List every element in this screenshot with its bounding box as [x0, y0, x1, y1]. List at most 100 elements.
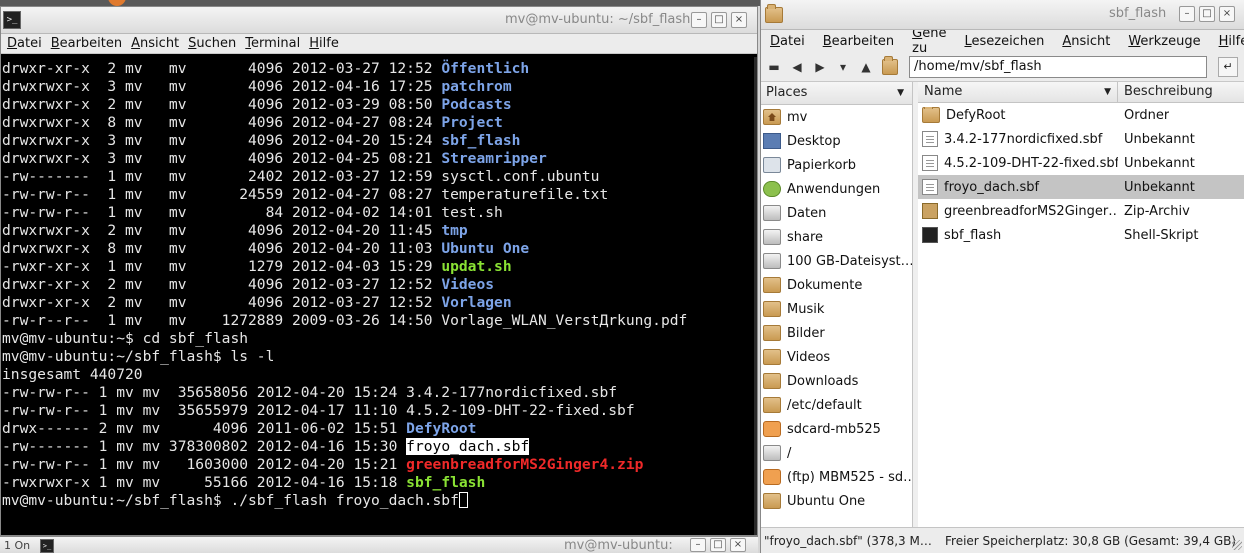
terminal-line: -rw-rw-r-- 1 mv mv 35655979 2012-04-17 1… [2, 402, 757, 420]
terminal-text: -rwxr-xr-x 1 mv mv 1279 2012-04-03 15:29 [2, 258, 442, 275]
minimize-button[interactable]: – [1179, 6, 1195, 22]
terminal-line: mv@mv-ubuntu:~/sbf_flash$ ./sbf_flash fr… [2, 492, 757, 510]
menu-werkzeuge[interactable]: Werkzeuge [1128, 34, 1200, 49]
location-input[interactable]: /home/mv/sbf_flash [909, 55, 1207, 78]
minimize-button[interactable]: – [690, 538, 706, 552]
column-description[interactable]: Beschreibung [1118, 82, 1213, 102]
place-item[interactable]: Anwendungen [761, 177, 912, 201]
place-item[interactable]: Dokumente [761, 273, 912, 297]
resize-grip-icon[interactable] [1232, 540, 1242, 550]
file-row[interactable]: sbf_flash Shell-Skript [918, 223, 1244, 247]
place-label: Downloads [787, 373, 859, 389]
archive-icon [922, 203, 938, 219]
place-item[interactable]: 100 GB-Dateisyst… [761, 249, 912, 273]
terminal-text: sbf_flash [441, 132, 521, 149]
maximize-button[interactable]: □ [710, 538, 726, 552]
file-row[interactable]: 3.4.2-177nordicfixed.sbf Unbekannt [918, 127, 1244, 151]
file-name: 4.5.2-109-DHT-22-fixed.sbf [944, 155, 1118, 171]
place-label: Dokumente [787, 277, 863, 293]
place-item[interactable]: (ftp) MBM525 - sd… [761, 465, 912, 489]
menu-ansicht[interactable]: Ansicht [1062, 34, 1110, 49]
drive-icon [763, 445, 781, 461]
minimize-button[interactable]: – [691, 12, 707, 28]
terminal-line: -rw-rw-r-- 1 mv mv 24559 2012-04-27 08:2… [2, 186, 757, 204]
terminal-text: -rwxrwxr-x 1 mv mv 55166 2012-04-16 15:1… [2, 474, 407, 491]
place-item[interactable]: sdcard-mb525 [761, 417, 912, 441]
terminal-2-title: mv@mv-ubuntu: [564, 538, 673, 553]
terminal-text: Podcasts [441, 96, 512, 113]
menu-ansicht[interactable]: Ansicht [131, 36, 179, 51]
file-description: Unbekannt [1124, 131, 1195, 147]
menu-datei[interactable]: Datei [7, 36, 42, 51]
menu-bearbeiten[interactable]: Bearbeiten [51, 36, 122, 51]
terminal-text: Ubuntu One [441, 240, 530, 257]
menu-suchen[interactable]: Suchen [188, 36, 236, 51]
terminal-window-2[interactable]: 1 On >_ mv@mv-ubuntu: – □ × [0, 536, 758, 553]
file-manager-title: sbf_flash [1109, 6, 1167, 21]
forward-arrow-icon[interactable]: ▶ [813, 60, 827, 74]
terminal-titlebar[interactable]: >_ mv@mv-ubuntu: ~/sbf_flash – □ × [1, 7, 757, 34]
maximize-button[interactable]: □ [1199, 6, 1215, 22]
place-label: Musik [787, 301, 825, 317]
file-row[interactable]: greenbreadforMS2Ginger… Zip-Archiv [918, 199, 1244, 223]
menu-lesezeichen[interactable]: Lesezeichen [964, 34, 1044, 49]
places-header[interactable]: Places ▼ [761, 82, 912, 105]
place-item[interactable]: / [761, 441, 912, 465]
place-item[interactable]: Desktop [761, 129, 912, 153]
file-row[interactable]: 4.5.2-109-DHT-22-fixed.sbf Unbekannt [918, 151, 1244, 175]
back-arrow-icon[interactable]: ◀ [790, 60, 804, 74]
home-folder-icon[interactable] [882, 55, 898, 75]
file-list: Name ▼ Beschreibung DefyRoot Ordner 3.4.2-… [918, 82, 1244, 527]
menu-hilfe[interactable]: Hilfe [1219, 34, 1244, 49]
places-label: Places [766, 85, 808, 100]
home-icon [763, 109, 781, 125]
go-icon[interactable]: ↵ [1218, 56, 1238, 77]
close-button[interactable]: × [1219, 6, 1235, 22]
chevron-down-icon[interactable]: ▼ [897, 82, 904, 104]
terminal-text: patchrom [441, 78, 512, 95]
file-row[interactable]: froyo_dach.sbf Unbekannt [918, 175, 1244, 199]
terminal-icon: >_ [3, 11, 21, 29]
up-arrow-icon[interactable]: ▲ [859, 60, 873, 74]
close-button[interactable]: × [731, 12, 747, 28]
menu-hilfe[interactable]: Hilfe [309, 36, 339, 51]
terminal-output[interactable]: drwxr-xr-x 2 mv mv 4096 2012-03-27 12:52… [1, 57, 757, 535]
file-manager-window[interactable]: sbf_flash – □ × Datei Bearbeiten Gehe zu Le… [760, 0, 1244, 553]
place-item[interactable]: Bilder [761, 321, 912, 345]
history-dropdown-icon[interactable]: ▾ [836, 60, 850, 74]
terminal-line: drwxrwxr-x 3 mv mv 4096 2012-04-16 17:25… [2, 78, 757, 96]
terminal-window[interactable]: >_ mv@mv-ubuntu: ~/sbf_flash – □ × Datei… [0, 6, 758, 536]
place-item[interactable]: Musik [761, 297, 912, 321]
place-item[interactable]: /etc/default [761, 393, 912, 417]
drive-icon [763, 205, 781, 221]
toggle-location-icon[interactable]: ▬ [767, 60, 781, 74]
terminal-text: drwxrwxr-x 3 mv mv 4096 2012-04-16 17:25 [2, 78, 442, 95]
terminal-line: -rw-rw-r-- 1 mv mv 1603000 2012-04-20 15… [2, 456, 757, 474]
terminal-text: mv@mv-ubuntu:~/sbf_flash$ ./sbf_flash fr… [2, 492, 459, 509]
terminal-2-text: 1 On [4, 539, 31, 552]
file-row[interactable]: DefyRoot Ordner [918, 103, 1244, 127]
column-name-label: Name [924, 84, 963, 99]
drive-icon [763, 229, 781, 245]
place-item[interactable]: Ubuntu One [761, 489, 912, 513]
place-item[interactable]: Videos [761, 345, 912, 369]
terminal-text: froyo_dach.sbf [406, 438, 530, 455]
place-item[interactable]: share [761, 225, 912, 249]
terminal-title: mv@mv-ubuntu: ~/sbf_flash [505, 12, 691, 27]
place-item[interactable]: Downloads [761, 369, 912, 393]
menu-bearbeiten[interactable]: Bearbeiten [823, 34, 894, 49]
menu-terminal[interactable]: Terminal [245, 36, 300, 51]
place-item[interactable]: mv [761, 105, 912, 129]
terminal-text: Vorlagen [441, 294, 512, 311]
place-item[interactable]: Papierkorb [761, 153, 912, 177]
menu-datei[interactable]: Datei [770, 34, 805, 49]
terminal-scrollbar[interactable] [754, 57, 757, 535]
menu-gehe-zu[interactable]: Gehe zu [912, 26, 946, 56]
close-button[interactable]: × [730, 538, 746, 552]
maximize-button[interactable]: □ [711, 12, 727, 28]
place-item[interactable]: Daten [761, 201, 912, 225]
file-description: Ordner [1124, 107, 1170, 123]
file-manager-titlebar[interactable]: sbf_flash – □ × [761, 0, 1244, 30]
column-name[interactable]: Name ▼ [918, 82, 1118, 102]
place-label: (ftp) MBM525 - sd… [787, 469, 912, 485]
